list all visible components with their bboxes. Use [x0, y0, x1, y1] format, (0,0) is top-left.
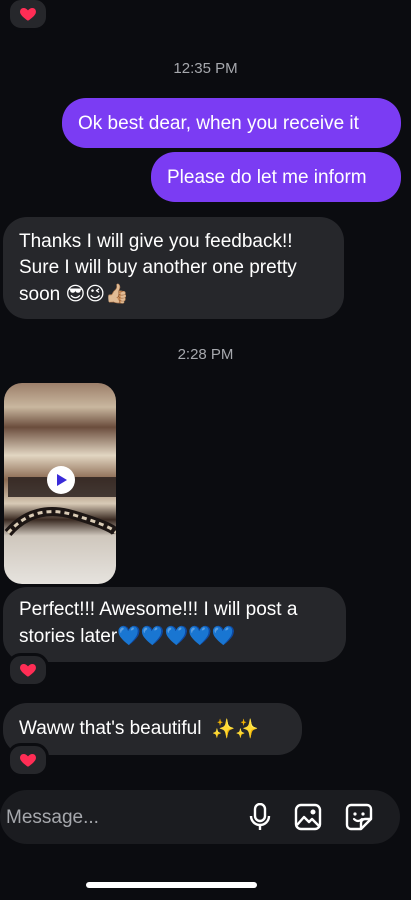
emoji-group: 💙💙💙💙💙 [117, 625, 236, 647]
received-message[interactable]: Perfect!!! Awesome!!! I will post a stor… [3, 587, 346, 662]
heart-icon [20, 754, 36, 767]
heart-icon [20, 664, 36, 677]
message-text-line: Thanks I will give you feedback!! [19, 231, 293, 252]
message-text-line: Perfect!!! Awesome!!! I will post a [19, 599, 298, 620]
home-indicator[interactable] [86, 882, 257, 888]
heart-icon [20, 8, 36, 21]
message-input[interactable] [4, 804, 208, 832]
message-text: soon [19, 284, 61, 305]
message-text: Waww that's beautiful [19, 718, 202, 739]
voice-message-button[interactable] [244, 801, 276, 833]
timestamp: 2:28 PM [177, 346, 234, 363]
message-text: Please do let me inform [167, 166, 367, 188]
gallery-icon [294, 803, 322, 831]
received-message[interactable]: Waww that's beautiful ✨✨ [3, 703, 302, 755]
message-text: Ok best dear, when you receive it [78, 112, 359, 134]
message-text-line: soon 😎😉👍🏼 [19, 281, 328, 308]
message-text-line: stories later💙💙💙💙💙 [19, 623, 330, 650]
video-message-thumbnail[interactable] [4, 383, 116, 584]
emoji-group: ✨✨ [211, 718, 259, 740]
received-message[interactable]: Thanks I will give you feedback!! Sure I… [3, 217, 344, 319]
sticker-button[interactable] [343, 801, 375, 833]
play-button[interactable] [47, 466, 75, 494]
microphone-icon [249, 803, 271, 830]
message-text: stories later [19, 626, 118, 647]
sticker-icon [345, 803, 373, 831]
message-composer [0, 790, 400, 844]
emoji-group: 😎😉👍🏼 [65, 283, 129, 305]
sent-message[interactable]: Please do let me inform [151, 152, 401, 202]
reaction-heart[interactable] [7, 743, 49, 777]
timestamp: 12:35 PM [173, 60, 238, 77]
reaction-heart[interactable] [7, 653, 49, 687]
gallery-button[interactable] [292, 801, 324, 833]
reaction-heart[interactable] [7, 0, 49, 31]
sent-message[interactable]: Ok best dear, when you receive it [62, 98, 401, 148]
play-icon [57, 474, 67, 486]
message-text-line: Sure I will buy another one pretty [19, 257, 297, 278]
